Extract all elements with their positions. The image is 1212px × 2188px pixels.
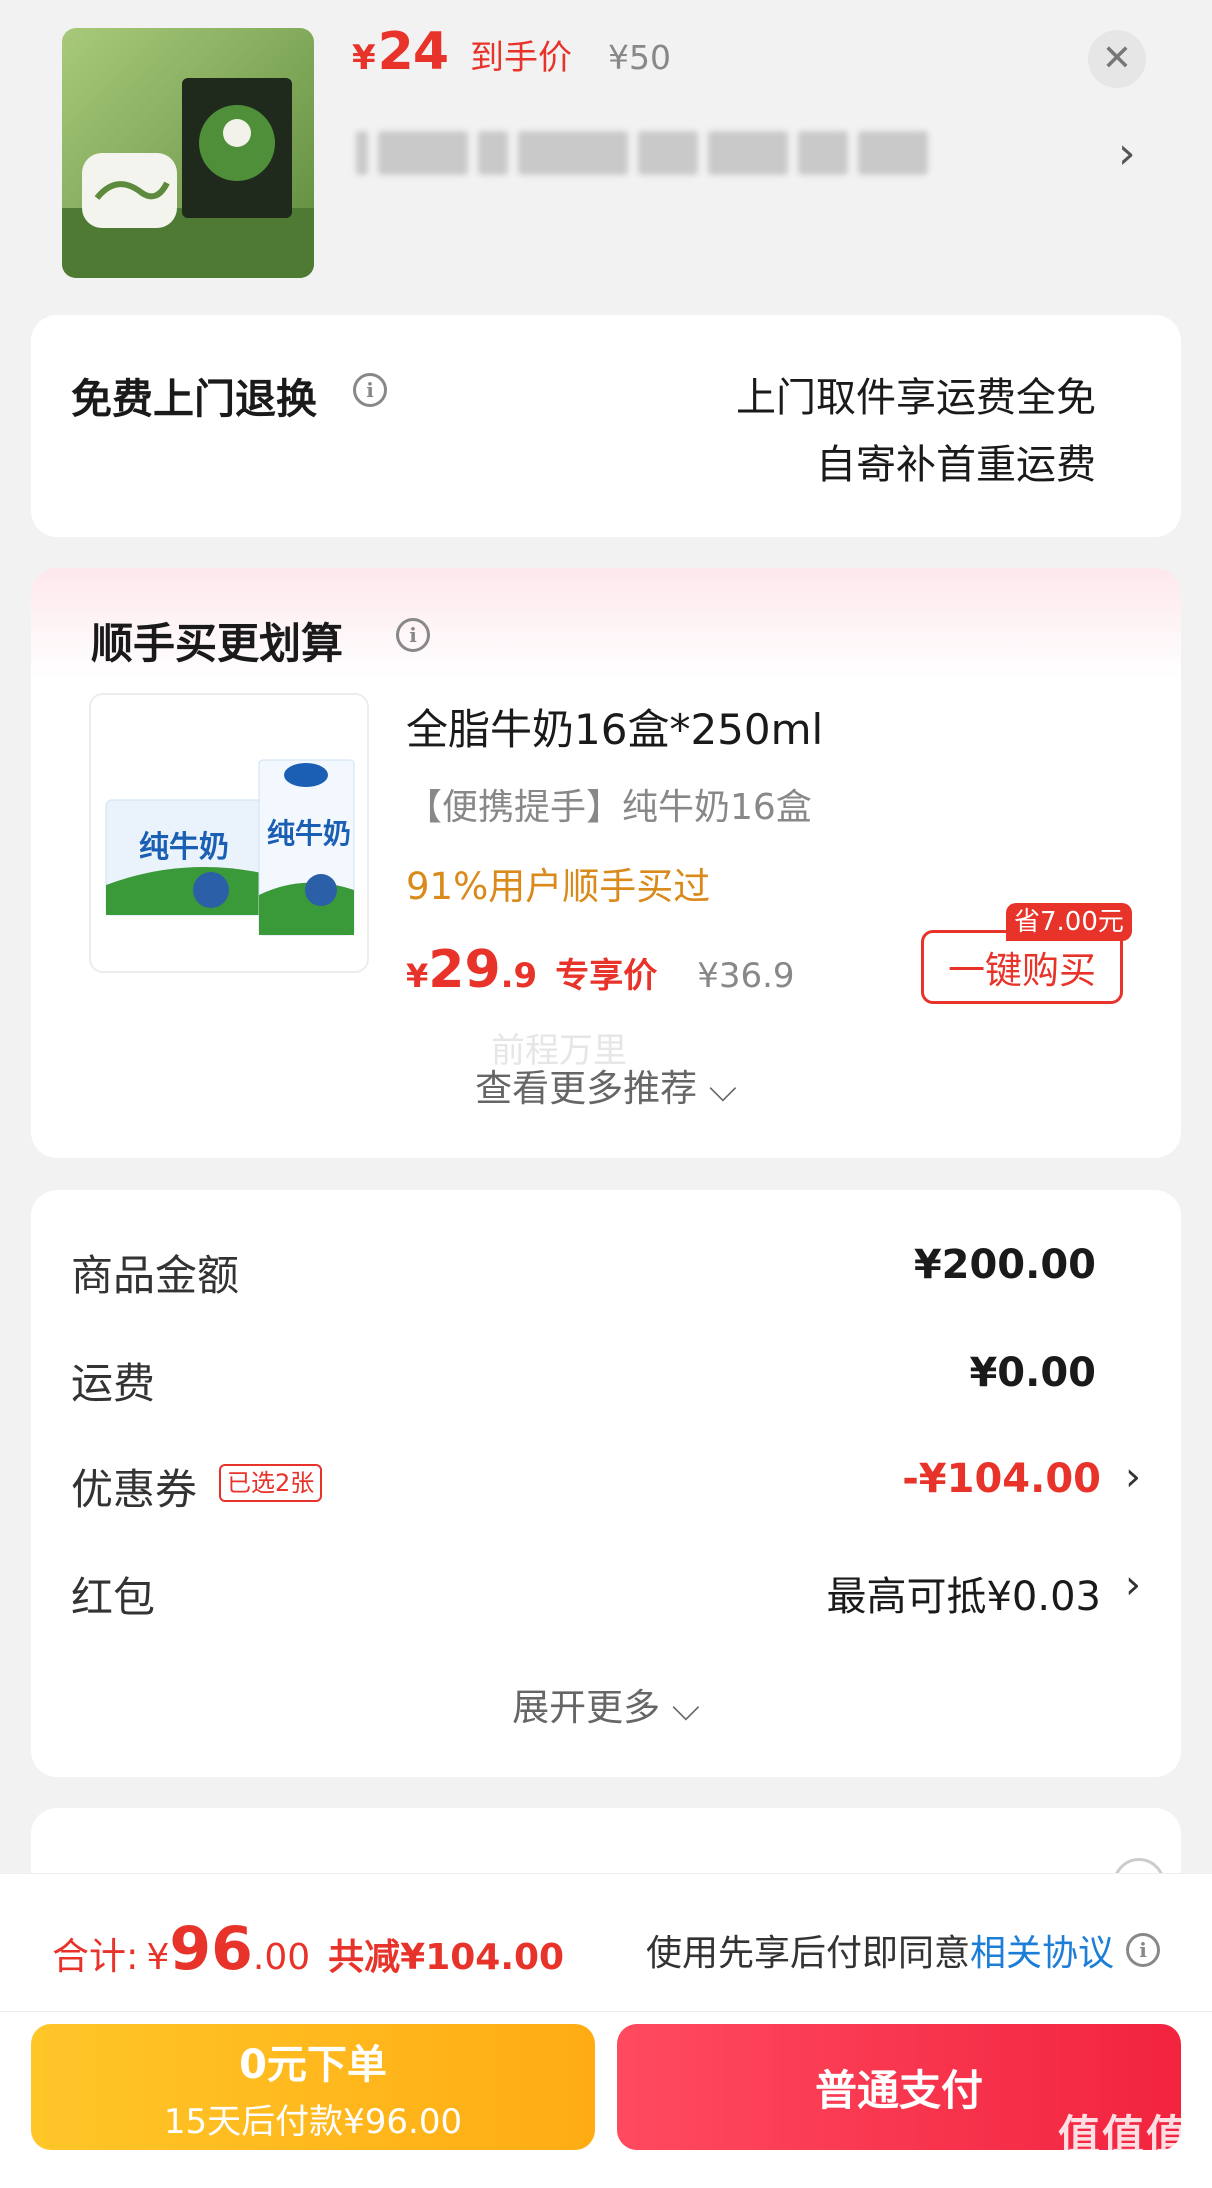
bundle-recommend-card: 顺手买更划算 i 纯牛奶 纯牛奶 全脂牛奶16盒*250ml 【便携提手】纯牛奶… — [31, 568, 1181, 1158]
buy-now-pay-later-button[interactable]: 0元下单 15天后付款¥96.00 — [31, 2024, 595, 2150]
agreement-text: 使用先享后付即同意 — [645, 1933, 970, 1974]
shipping-row: 运费 ¥0.00 — [71, 1350, 1141, 1410]
info-icon[interactable]: i — [396, 618, 430, 652]
goods-amount-label: 商品金额 — [71, 1251, 240, 1300]
total-symbol: ¥ — [146, 1937, 170, 1978]
price-integer: 29 — [428, 940, 501, 1000]
chevron-right-icon[interactable]: › — [1125, 1454, 1141, 1500]
goods-amount-row: 商品金额 ¥200.00 — [71, 1242, 1141, 1302]
coupon-selected-chip: 已选2张 — [219, 1464, 323, 1502]
shipping-label: 运费 — [71, 1359, 156, 1408]
info-icon[interactable]: i — [1126, 1933, 1160, 1967]
price-summary-card: 商品金额 ¥200.00 运费 ¥0.00 优惠券 已选2张 -¥104.00 … — [31, 1190, 1181, 1777]
milk-product-image[interactable]: 纯牛奶 纯牛奶 — [89, 693, 369, 973]
agreement-notice: 使用先享后付即同意 相关协议 i — [646, 1924, 1160, 1976]
total-saved: 共减¥104.00 — [328, 1937, 565, 1978]
red-packet-row[interactable]: 红包 最高可抵¥0.03 › — [71, 1562, 1141, 1624]
see-more-recommendations-link[interactable]: 查看更多推荐 ⌵ — [31, 1058, 1181, 1112]
chevron-right-icon[interactable]: › — [1118, 128, 1136, 179]
order-total: 合计: ¥ 96 .00 共减¥104.00 — [52, 1914, 564, 1984]
diaper-product-image — [62, 28, 314, 278]
red-packet-label: 红包 — [71, 1573, 156, 1622]
svg-text:纯牛奶: 纯牛奶 — [139, 831, 229, 864]
bnpl-sub-label: 15天后付款¥96.00 — [163, 2101, 463, 2142]
total-integer: 96 — [169, 1914, 253, 1984]
top-price: ¥ 24 到手价 ¥50 — [352, 22, 671, 92]
info-icon[interactable]: i — [353, 373, 387, 407]
return-pickup-text: 上门取件享运费全免 — [736, 375, 1096, 421]
expand-more-link[interactable]: 展开更多 ⌵ — [31, 1677, 1181, 1731]
close-icon[interactable]: ✕ — [1088, 30, 1146, 88]
goods-amount-value: ¥200.00 — [913, 1242, 1096, 1288]
final-price-tag: 到手价 — [470, 38, 573, 78]
price-symbol: ¥ — [406, 957, 429, 995]
bundle-title: 顺手买更划算 — [91, 619, 344, 668]
original-price: ¥36.9 — [697, 956, 795, 996]
red-packet-value: 最高可抵¥0.03 — [826, 1574, 1101, 1620]
coupon-row[interactable]: 优惠券 已选2张 -¥104.00 › — [71, 1454, 1141, 1516]
svg-text:纯牛奶: 纯牛奶 — [267, 818, 351, 849]
return-self-ship-text: 自寄补首重运费 — [816, 442, 1096, 488]
bnpl-main-label: 0元下单 — [239, 2041, 387, 2088]
total-decimal: .00 — [252, 1937, 311, 1978]
bottom-action-bar: 合计: ¥ 96 .00 共减¥104.00 使用先享后付即同意 相关协议 i … — [0, 1873, 1212, 2188]
divider — [0, 2011, 1212, 2012]
milk-buy-stat: 91%用户顺手买过 — [406, 865, 711, 908]
coupon-discount-value: -¥104.00 — [902, 1456, 1101, 1502]
agreement-link[interactable]: 相关协议 — [970, 1924, 1114, 1976]
final-price: 24 — [377, 22, 449, 82]
price-symbol: ¥ — [352, 38, 376, 78]
shipping-value: ¥0.00 — [969, 1350, 1096, 1396]
checkout-page: ¥ 24 到手价 ¥50 ✕ › 免费上门退换 i 上门取件享运费全免 自寄补首… — [0, 0, 1212, 2188]
one-click-buy-button[interactable]: 一键购买 — [921, 930, 1123, 1004]
top-product-bar: ¥ 24 到手价 ¥50 ✕ › — [0, 0, 1212, 305]
site-watermark-logo: 值值值 — [1058, 2111, 1191, 2160]
total-label: 合计: — [52, 1935, 139, 1978]
milk-price: ¥ 29 .9 专享价 ¥36.9 — [406, 940, 795, 1000]
return-service-card: 免费上门退换 i 上门取件享运费全免 自寄补首重运费 — [31, 315, 1181, 537]
return-service-title: 免费上门退换 — [71, 375, 317, 423]
site-watermark-url: zhizhizhi.com — [1065, 2160, 1187, 2181]
milk-product-subtitle: 【便携提手】纯牛奶16盒 — [406, 787, 812, 828]
coupon-label: 优惠券 — [71, 1465, 198, 1514]
chevron-right-icon[interactable]: › — [1125, 1562, 1141, 1608]
save-badge: 省7.00元 — [1006, 903, 1132, 941]
blurred-product-title — [356, 130, 956, 176]
milk-product-name[interactable]: 全脂牛奶16盒*250ml — [406, 696, 823, 757]
original-price: ¥50 — [608, 38, 672, 77]
price-decimal: .9 — [500, 956, 538, 996]
exclusive-price-tag: 专享价 — [555, 956, 658, 996]
